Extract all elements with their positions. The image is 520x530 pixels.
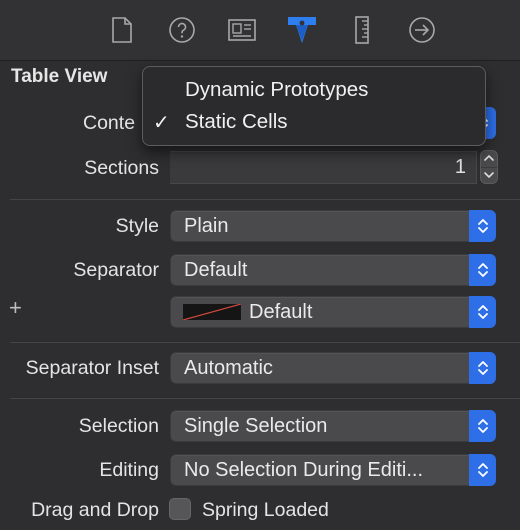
section-title: Table View	[11, 66, 108, 87]
separator-color-value: Default	[249, 301, 313, 323]
separator-inset-popup[interactable]: Automatic	[170, 352, 496, 384]
selection-popup[interactable]: Single Selection	[170, 410, 496, 442]
drag-drop-label: Drag and Drop	[31, 499, 159, 521]
stepper-down-icon	[484, 172, 494, 179]
stepper-up-icon	[484, 154, 494, 161]
style-value: Plain	[184, 215, 229, 237]
content-dropdown-menu: Dynamic Prototypes ✓ Static Cells	[142, 66, 486, 146]
editing-value: No Selection During Editi...	[184, 459, 424, 481]
content-label: Conte	[83, 112, 136, 134]
identity-icon[interactable]	[224, 12, 260, 48]
inspector-tab-bar	[0, 0, 520, 61]
spring-loaded-label[interactable]: Spring Loaded	[202, 499, 329, 522]
attributes-icon[interactable]	[284, 12, 320, 48]
separator-popup-arrows-icon	[469, 254, 496, 286]
selection-popup-arrows-icon	[469, 410, 496, 442]
size-ruler-icon[interactable]	[344, 12, 380, 48]
style-popup[interactable]: Plain	[170, 210, 496, 242]
sections-field[interactable]: 1	[170, 151, 477, 184]
checkmark-icon: ✓	[153, 112, 170, 134]
separator-inset-label: Separator Inset	[25, 357, 159, 379]
editing-label: Editing	[99, 459, 159, 481]
selection-value: Single Selection	[184, 415, 328, 437]
divider	[10, 199, 520, 200]
separator-value: Default	[184, 259, 248, 281]
style-popup-arrows-icon	[469, 210, 496, 242]
sections-stepper[interactable]	[480, 150, 498, 184]
separator-inset-value: Automatic	[184, 357, 273, 379]
separator-label: Separator	[73, 259, 159, 281]
add-variation-button[interactable]: +	[9, 297, 22, 319]
separator-color-swatch	[183, 304, 241, 320]
menu-item-dynamic-prototypes[interactable]: Dynamic Prototypes	[185, 78, 368, 102]
selection-label: Selection	[78, 415, 159, 437]
sections-label: Sections	[84, 157, 159, 179]
connections-arrow-icon[interactable]	[404, 12, 440, 48]
separator-inset-arrows-icon	[469, 352, 496, 384]
divider	[10, 398, 520, 399]
sections-value: 1	[454, 156, 466, 178]
menu-item-static-cells[interactable]: Static Cells	[185, 110, 288, 134]
spring-loaded-checkbox[interactable]	[169, 498, 191, 520]
separator-popup[interactable]: Default	[170, 254, 496, 286]
divider	[10, 342, 520, 343]
editing-popup[interactable]: No Selection During Editi...	[170, 454, 496, 486]
style-label: Style	[115, 215, 159, 237]
file-icon[interactable]	[104, 12, 140, 48]
separator-color-arrows-icon	[469, 296, 496, 328]
help-icon[interactable]	[164, 12, 200, 48]
editing-popup-arrows-icon	[469, 454, 496, 486]
